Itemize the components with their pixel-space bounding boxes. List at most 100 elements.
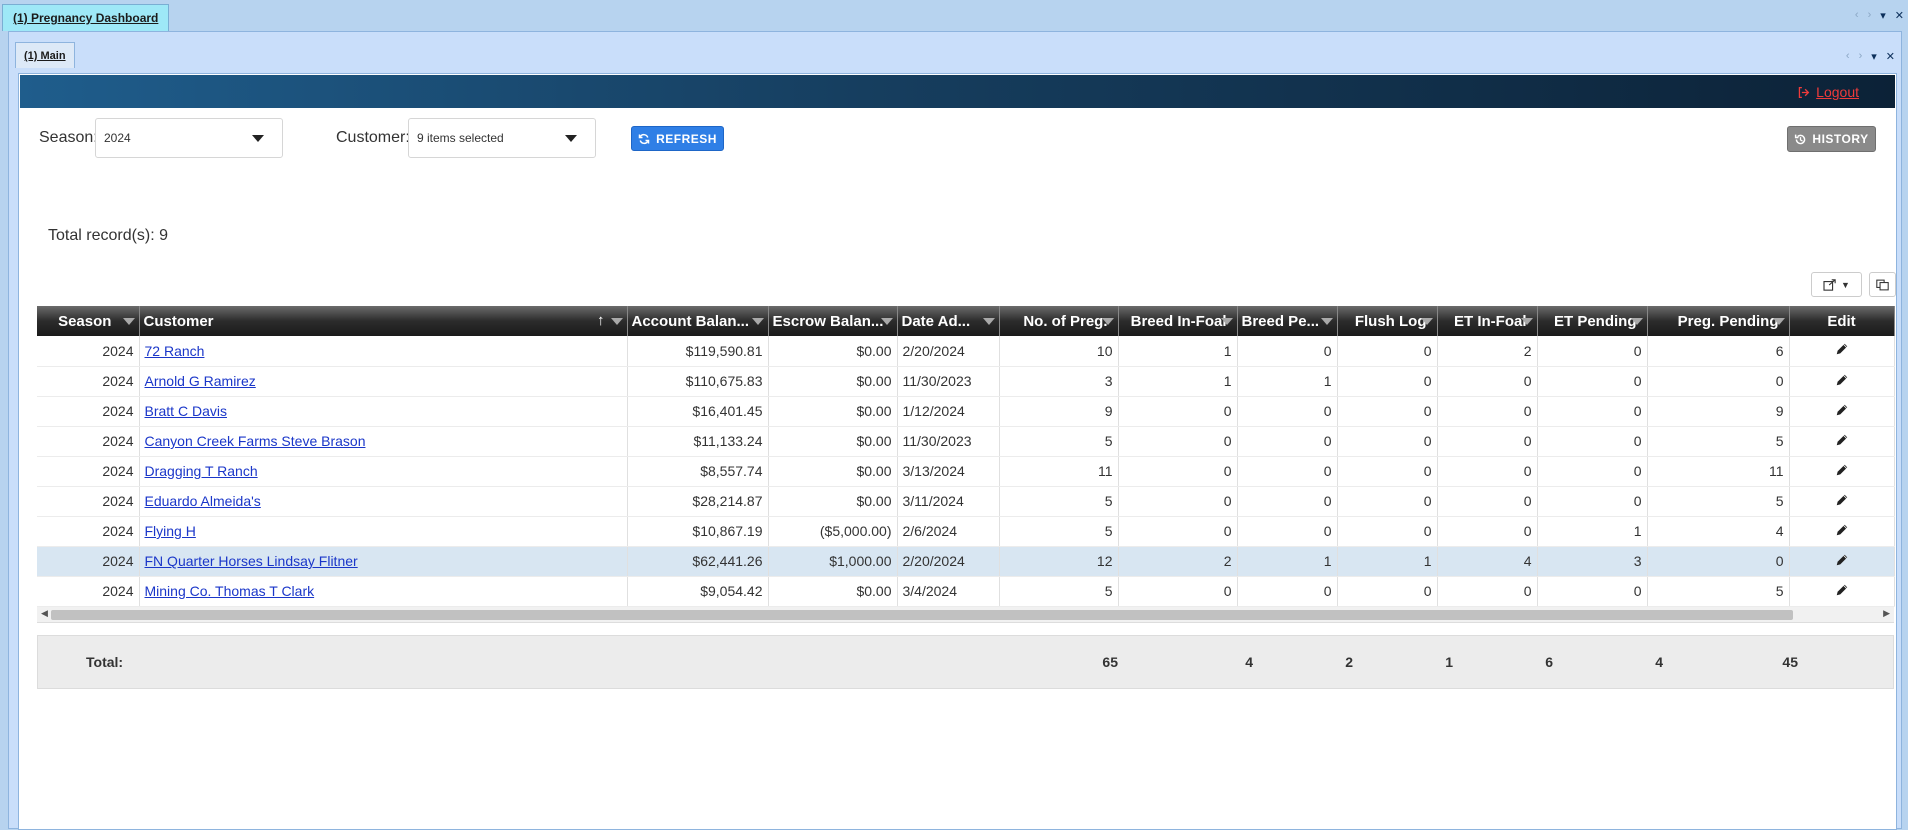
season-cell: 2024 bbox=[37, 426, 140, 457]
total-breed-in-foal: 4 bbox=[1245, 653, 1253, 670]
filter-icon[interactable] bbox=[1772, 318, 1785, 325]
season-select[interactable]: 2024 bbox=[95, 118, 283, 158]
tab-menu-icon[interactable]: ▾ bbox=[1880, 9, 1886, 22]
table-row[interactable]: 2024 Arnold G Ramirez $110,675.83 $0.00 11/3… bbox=[37, 366, 1895, 397]
filter-icon[interactable] bbox=[1101, 318, 1114, 325]
table-row[interactable]: 2024 Bratt C Davis $16,401.45 $0.00 1/12/202… bbox=[37, 396, 1895, 427]
filter-icon[interactable] bbox=[751, 318, 764, 325]
column-chooser-button[interactable] bbox=[1869, 272, 1896, 297]
filter-icon[interactable] bbox=[880, 318, 893, 325]
et-pending-cell: 1 bbox=[1537, 516, 1648, 547]
export-button[interactable]: ▼ bbox=[1811, 272, 1862, 297]
filter-icon[interactable] bbox=[1220, 318, 1233, 325]
table-row[interactable]: 2024 Canyon Creek Farms Steve Brason $11,1… bbox=[37, 426, 1895, 457]
customer-link[interactable]: Bratt C Davis bbox=[145, 403, 227, 419]
table-row[interactable]: 2024 Flying H $10,867.19 ($5,000.00) 2/6/202… bbox=[37, 516, 1895, 547]
customer-link[interactable]: Dragging T Ranch bbox=[145, 463, 258, 479]
customer-link[interactable]: Flying H bbox=[145, 523, 196, 539]
total-et-in-foal: 6 bbox=[1545, 653, 1553, 670]
table-row[interactable]: 2024 Eduardo Almeida's $28,214.87 $0.00 3/11… bbox=[37, 486, 1895, 517]
pencil-icon[interactable] bbox=[1835, 373, 1849, 387]
filter-icon[interactable] bbox=[982, 318, 995, 325]
customer-link[interactable]: 72 Ranch bbox=[145, 343, 205, 359]
history-button[interactable]: HISTORY bbox=[1787, 126, 1876, 152]
customer-link[interactable]: Arnold G Ramirez bbox=[145, 373, 256, 389]
scroll-left-icon[interactable]: ◀ bbox=[41, 608, 48, 619]
col-header-et-in-foal[interactable]: ET In-Foal bbox=[1437, 306, 1538, 336]
col-header-preg-pending[interactable]: Preg. Pending bbox=[1647, 306, 1790, 336]
account-balance-cell: $110,675.83 bbox=[627, 366, 769, 397]
season-cell: 2024 bbox=[37, 396, 140, 427]
col-header-date-added[interactable]: Date Ad... bbox=[897, 306, 1000, 336]
tab-main[interactable]: (1) Main bbox=[15, 42, 75, 68]
table-row[interactable]: 2024 FN Quarter Horses Lindsay Flitner $62… bbox=[37, 546, 1895, 577]
tab-pregnancy-dashboard[interactable]: (1) Pregnancy Dashboard bbox=[2, 4, 170, 31]
pencil-icon[interactable] bbox=[1835, 553, 1849, 567]
horizontal-scrollbar[interactable]: ◀ ▶ bbox=[37, 606, 1894, 623]
flush-log-cell: 0 bbox=[1337, 366, 1438, 397]
filter-icon[interactable] bbox=[1520, 318, 1533, 325]
sort-ascending-icon[interactable]: ↑ bbox=[597, 312, 605, 329]
pencil-icon[interactable] bbox=[1835, 342, 1849, 356]
filter-icon[interactable] bbox=[1420, 318, 1433, 325]
preg-pending-cell: 11 bbox=[1647, 456, 1790, 487]
table-row[interactable]: 2024 72 Ranch $119,590.81 $0.00 2/20/2024 10 1… bbox=[37, 336, 1895, 367]
tab-menu-icon[interactable]: ▾ bbox=[1871, 50, 1877, 63]
col-header-customer[interactable]: Customer ↑ bbox=[139, 306, 628, 336]
logout-button[interactable]: Logout bbox=[1797, 84, 1859, 100]
filter-icon[interactable] bbox=[1630, 318, 1643, 325]
col-header-no-of-preg[interactable]: No. of Preg. bbox=[999, 306, 1119, 336]
et-in-foal-cell: 0 bbox=[1437, 516, 1538, 547]
col-header-breed-in-foal[interactable]: Breed In-Foal bbox=[1118, 306, 1238, 336]
breed-in-foal-cell: 0 bbox=[1118, 576, 1238, 607]
pencil-icon[interactable] bbox=[1835, 583, 1849, 597]
pencil-icon[interactable] bbox=[1835, 493, 1849, 507]
prev-tab-icon[interactable]: ‹ bbox=[1846, 50, 1850, 63]
pencil-icon[interactable] bbox=[1835, 433, 1849, 447]
chevron-down-icon bbox=[252, 135, 264, 142]
next-tab-icon[interactable]: › bbox=[1868, 9, 1872, 22]
customer-label: Customer: bbox=[336, 129, 410, 146]
date-added-cell: 2/6/2024 bbox=[897, 516, 1000, 547]
et-pending-cell: 0 bbox=[1537, 456, 1648, 487]
date-added-cell: 2/20/2024 bbox=[897, 546, 1000, 577]
pencil-icon[interactable] bbox=[1835, 523, 1849, 537]
scroll-right-icon[interactable]: ▶ bbox=[1883, 608, 1890, 619]
customer-link[interactable]: Eduardo Almeida's bbox=[145, 493, 261, 509]
scrollbar-thumb[interactable] bbox=[51, 609, 1793, 620]
customer-link[interactable]: Mining Co. Thomas T Clark bbox=[145, 583, 315, 599]
col-header-flush-log[interactable]: Flush Log bbox=[1337, 306, 1438, 336]
col-header-breed-pending[interactable]: Breed Pe... bbox=[1237, 306, 1338, 336]
date-added-cell: 3/13/2024 bbox=[897, 456, 1000, 487]
col-header-season[interactable]: Season bbox=[37, 306, 140, 336]
customer-link[interactable]: Canyon Creek Farms Steve Brason bbox=[145, 433, 366, 449]
pencil-icon[interactable] bbox=[1835, 403, 1849, 417]
table-row[interactable]: 2024 Mining Co. Thomas T Clark $9,054.42 $0… bbox=[37, 576, 1895, 607]
close-icon[interactable]: ✕ bbox=[1886, 50, 1895, 63]
escrow-balance-cell: $0.00 bbox=[768, 426, 898, 457]
filter-icon[interactable] bbox=[122, 318, 135, 325]
pencil-icon[interactable] bbox=[1835, 463, 1849, 477]
col-header-escrow-balance[interactable]: Escrow Balan... bbox=[768, 306, 898, 336]
prev-tab-icon[interactable]: ‹ bbox=[1855, 9, 1859, 22]
next-tab-icon[interactable]: › bbox=[1859, 50, 1863, 63]
col-header-et-pending[interactable]: ET Pending bbox=[1537, 306, 1648, 336]
edit-cell bbox=[1789, 396, 1895, 427]
escrow-balance-cell: $0.00 bbox=[768, 486, 898, 517]
col-header-edit: Edit bbox=[1789, 306, 1895, 336]
et-in-foal-cell: 0 bbox=[1437, 486, 1538, 517]
account-balance-cell: $62,441.26 bbox=[627, 546, 769, 577]
customer-cell: Canyon Creek Farms Steve Brason bbox=[139, 426, 628, 457]
table-row[interactable]: 2024 Dragging T Ranch $8,557.74 $0.00 3/13/2… bbox=[37, 456, 1895, 487]
customer-select[interactable]: 9 items selected bbox=[408, 118, 596, 158]
col-header-account-balance[interactable]: Account Balan... bbox=[627, 306, 769, 336]
history-icon bbox=[1795, 134, 1806, 144]
account-balance-cell: $10,867.19 bbox=[627, 516, 769, 547]
filter-icon[interactable] bbox=[610, 318, 623, 325]
close-icon[interactable]: ✕ bbox=[1895, 9, 1904, 22]
customer-link[interactable]: FN Quarter Horses Lindsay Flitner bbox=[145, 553, 358, 569]
flush-log-cell: 1 bbox=[1337, 546, 1438, 577]
refresh-button[interactable]: REFRESH bbox=[631, 126, 724, 151]
filter-icon[interactable] bbox=[1320, 318, 1333, 325]
outer-tabbar: (1) Pregnancy Dashboard ‹ › ▾ ✕ bbox=[0, 0, 1908, 31]
